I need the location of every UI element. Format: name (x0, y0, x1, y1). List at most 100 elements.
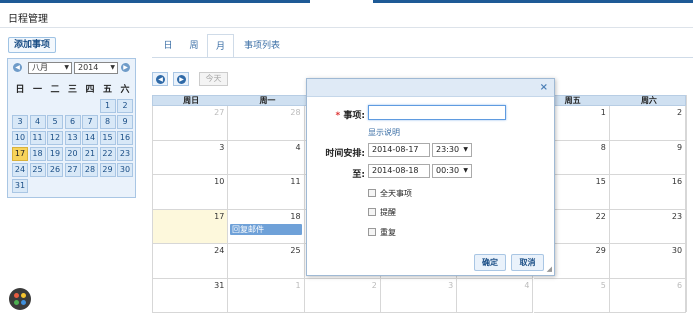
checkbox-box[interactable] (368, 189, 376, 197)
day-number: 16 (672, 177, 682, 186)
tab-event-list[interactable]: 事项列表 (240, 34, 284, 58)
mini-day[interactable]: 12 (47, 131, 63, 145)
month-select[interactable]: 八月▼ (28, 62, 72, 74)
mini-day[interactable]: 3 (12, 115, 28, 129)
mini-day[interactable]: 9 (117, 115, 133, 129)
next-month-button[interactable]: ▶ (173, 72, 189, 86)
mini-day[interactable]: 1 (100, 99, 116, 113)
mini-day[interactable]: 24 (12, 163, 28, 177)
mini-day[interactable]: 21 (82, 147, 98, 161)
allday-checkbox[interactable]: 全天事项 (368, 188, 412, 199)
end-time-select[interactable]: 00:30▼ (432, 164, 472, 178)
mini-weekday-label: 四 (82, 82, 98, 95)
day-cell[interactable]: 25 (228, 244, 304, 279)
day-cell[interactable]: 6 (610, 279, 686, 313)
day-cell[interactable]: 2 (610, 106, 686, 141)
mini-day[interactable]: 22 (100, 147, 116, 161)
day-cell[interactable]: 27 (152, 106, 228, 141)
day-cell[interactable]: 11 (228, 175, 304, 210)
add-event-button[interactable]: 添加事项 (8, 37, 56, 53)
mini-day[interactable]: 13 (65, 131, 81, 145)
close-icon[interactable]: × (540, 82, 548, 93)
title-divider (0, 27, 693, 28)
day-cell[interactable]: 4 (457, 279, 533, 313)
mini-prev-month-icon[interactable]: ◀ (13, 63, 22, 72)
apps-launcher-icon[interactable] (9, 288, 31, 310)
day-cell[interactable]: 3 (381, 279, 457, 313)
item-label-text: 事项: (343, 111, 365, 121)
mini-day[interactable]: 2 (117, 99, 133, 113)
day-number: 25 (290, 246, 300, 255)
end-date-field[interactable]: 2014-08-18 (368, 164, 430, 178)
mini-day[interactable]: 28 (82, 163, 98, 177)
arrow-left-icon: ◀ (156, 75, 165, 84)
mini-weekday-label: 五 (100, 82, 116, 95)
day-cell[interactable]: 10 (152, 175, 228, 210)
mini-day[interactable]: 6 (65, 115, 81, 129)
mini-day[interactable]: 25 (30, 163, 46, 177)
mini-day[interactable]: 15 (100, 131, 116, 145)
day-cell[interactable]: 9 (610, 141, 686, 176)
add-event-dialog: × * 事项: 显示说明 时间安排: 2014-08-17 23:30▼ 至: … (306, 78, 555, 276)
dialog-title-bar: × (307, 79, 554, 97)
mini-calendar-header: ◀ 八月▼ 2014▼ ▶ (8, 59, 135, 77)
show-description-link[interactable]: 显示说明 (368, 127, 400, 138)
item-input[interactable] (368, 105, 506, 120)
checkbox-box[interactable] (368, 228, 376, 236)
day-cell[interactable]: 28 (228, 106, 304, 141)
event-chip[interactable]: 回复邮件 (230, 224, 302, 235)
day-number: 10 (214, 177, 224, 186)
day-cell[interactable]: 30 (610, 244, 686, 279)
mini-day[interactable]: 7 (82, 115, 98, 129)
day-cell[interactable]: 31 (152, 279, 228, 313)
day-cell[interactable]: 16 (610, 175, 686, 210)
checkbox-box[interactable] (368, 208, 376, 216)
mini-day[interactable]: 29 (100, 163, 116, 177)
day-cell[interactable]: 4 (228, 141, 304, 176)
day-cell[interactable]: 5 (534, 279, 610, 313)
required-marker: * (336, 111, 341, 121)
day-cell[interactable]: 3 (152, 141, 228, 176)
mini-day[interactable]: 27 (65, 163, 81, 177)
day-cell[interactable]: 23 (610, 210, 686, 245)
mini-day[interactable]: 10 (12, 131, 28, 145)
ok-button[interactable]: 确定 (474, 254, 506, 271)
cancel-button[interactable]: 取消 (511, 254, 544, 271)
tab-week[interactable]: 周 (182, 34, 206, 58)
mini-day[interactable]: 14 (82, 131, 98, 145)
mini-day[interactable]: 31 (12, 179, 28, 193)
mini-day[interactable]: 11 (30, 131, 46, 145)
remind-checkbox[interactable]: 提醒 (368, 207, 396, 218)
day-number: 18 (290, 212, 300, 221)
mini-day[interactable]: 8 (100, 115, 116, 129)
mini-day[interactable]: 30 (117, 163, 133, 177)
year-select[interactable]: 2014▼ (74, 62, 118, 74)
today-button[interactable]: 今天 (199, 72, 228, 86)
allday-label: 全天事项 (380, 189, 412, 198)
tab-month[interactable]: 月 (207, 34, 234, 58)
mini-day[interactable]: 16 (117, 131, 133, 145)
day-cell[interactable]: 1 (228, 279, 304, 313)
day-cell[interactable]: 17 (152, 210, 228, 245)
day-number: 27 (214, 108, 224, 117)
day-cell[interactable]: 24 (152, 244, 228, 279)
start-time-select[interactable]: 23:30▼ (432, 143, 472, 157)
start-date-field[interactable]: 2014-08-17 (368, 143, 430, 157)
mini-day[interactable]: 18 (30, 147, 46, 161)
prev-month-button[interactable]: ◀ (152, 72, 168, 86)
mini-day[interactable]: 23 (117, 147, 133, 161)
mini-day[interactable]: 17 (12, 147, 28, 161)
tab-day[interactable]: 日 (158, 34, 178, 58)
mini-next-month-icon[interactable]: ▶ (121, 63, 130, 72)
mini-day[interactable]: 20 (65, 147, 81, 161)
mini-day[interactable]: 5 (47, 115, 63, 129)
mini-day[interactable]: 26 (47, 163, 63, 177)
mini-day[interactable]: 19 (47, 147, 63, 161)
day-cell[interactable]: 2 (305, 279, 381, 313)
repeat-checkbox[interactable]: 重复 (368, 227, 396, 238)
day-number: 8 (601, 143, 606, 152)
mini-weekday-label: 六 (117, 82, 133, 95)
resize-grip-icon[interactable]: ◢ (547, 265, 552, 273)
mini-day[interactable]: 4 (30, 115, 46, 129)
mini-weekday-label: 一 (30, 82, 46, 95)
